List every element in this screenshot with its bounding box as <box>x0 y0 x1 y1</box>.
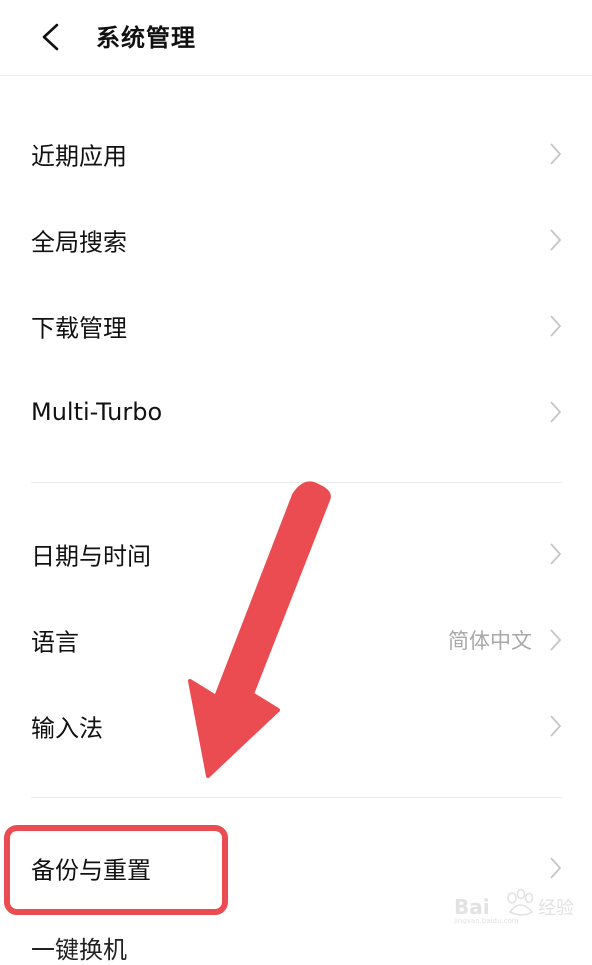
svg-text:经验: 经验 <box>538 898 574 919</box>
baidu-watermark-logo: Bai 经验 jingyan.baidu.com <box>453 888 574 924</box>
settings-item-label: 日期与时间 <box>31 542 151 571</box>
settings-item-global-search[interactable]: 全局搜索 <box>0 197 592 283</box>
svg-text:Bai: Bai <box>454 895 490 919</box>
chevron-right-icon <box>550 315 562 337</box>
chevron-right-icon <box>550 629 562 651</box>
settings-item-label: 输入法 <box>31 714 103 743</box>
chevron-right-icon <box>550 543 562 565</box>
chevron-right-icon <box>550 401 562 423</box>
settings-item-download-manager[interactable]: 下载管理 <box>0 283 592 369</box>
settings-item-label: 近期应用 <box>31 142 127 171</box>
settings-item-label: 全局搜索 <box>31 228 127 257</box>
page-title: 系统管理 <box>96 24 196 52</box>
highlight-box <box>4 825 228 915</box>
chevron-right-icon <box>550 143 562 165</box>
settings-item-label: Multi-Turbo <box>31 398 163 426</box>
chevron-right-icon <box>550 857 562 879</box>
settings-item-recent-apps[interactable]: 近期应用 <box>0 111 592 197</box>
settings-item-input-method[interactable]: 输入法 <box>0 683 592 769</box>
settings-item-value: 简体中文 <box>448 629 532 653</box>
settings-item-partial-label[interactable]: 一键换机 <box>31 930 127 965</box>
settings-item-language[interactable]: 语言 简体中文 <box>0 597 592 683</box>
settings-item-date-time[interactable]: 日期与时间 <box>0 511 592 597</box>
svg-text:jingyan.baidu.com: jingyan.baidu.com <box>453 917 519 924</box>
settings-item-label: 下载管理 <box>31 314 127 343</box>
section-divider <box>31 482 562 483</box>
settings-item-multi-turbo[interactable]: Multi-Turbo <box>0 369 592 455</box>
chevron-right-icon <box>550 715 562 737</box>
settings-item-label: 语言 <box>31 628 79 657</box>
app-header: 系统管理 <box>0 0 592 76</box>
chevron-right-icon <box>550 229 562 251</box>
section-divider <box>31 797 562 798</box>
chevron-left-icon[interactable] <box>38 22 64 52</box>
